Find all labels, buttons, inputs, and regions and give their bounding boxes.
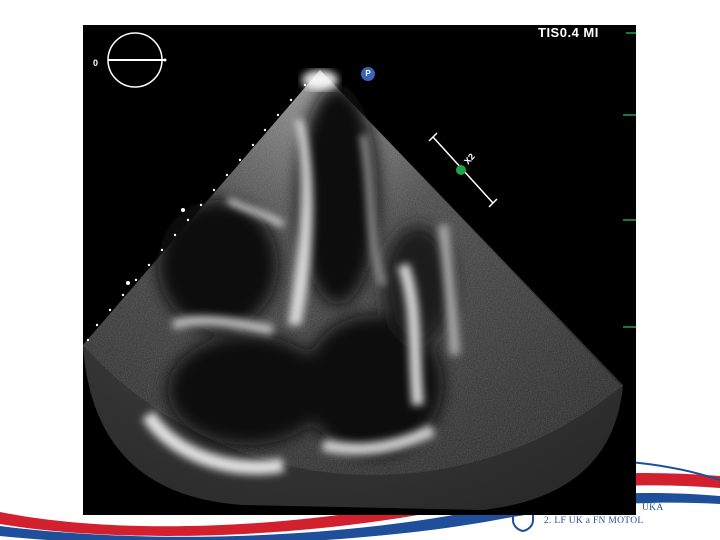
ultrasound-sector-image: X2 — [83, 32, 636, 510]
probe-angle-readout: 0 — [93, 58, 99, 68]
focus-marker-icon — [456, 165, 466, 175]
thermal-mechanical-index-readout: TIS0.4 MI — [538, 25, 599, 40]
orientation-marker-icon: P — [361, 67, 375, 81]
echocardiogram-image: X2 TIS0.4 MI 0 P — [83, 25, 636, 515]
zoom-label: X2 — [462, 151, 477, 166]
right-scale-ticks — [623, 32, 636, 328]
probe-orientation-indicator — [107, 32, 167, 88]
logo-line-1: UKA — [642, 503, 664, 513]
logo-line-2: 2. LF UK a FN MOTOL — [544, 516, 644, 526]
probe-apex — [302, 70, 338, 90]
